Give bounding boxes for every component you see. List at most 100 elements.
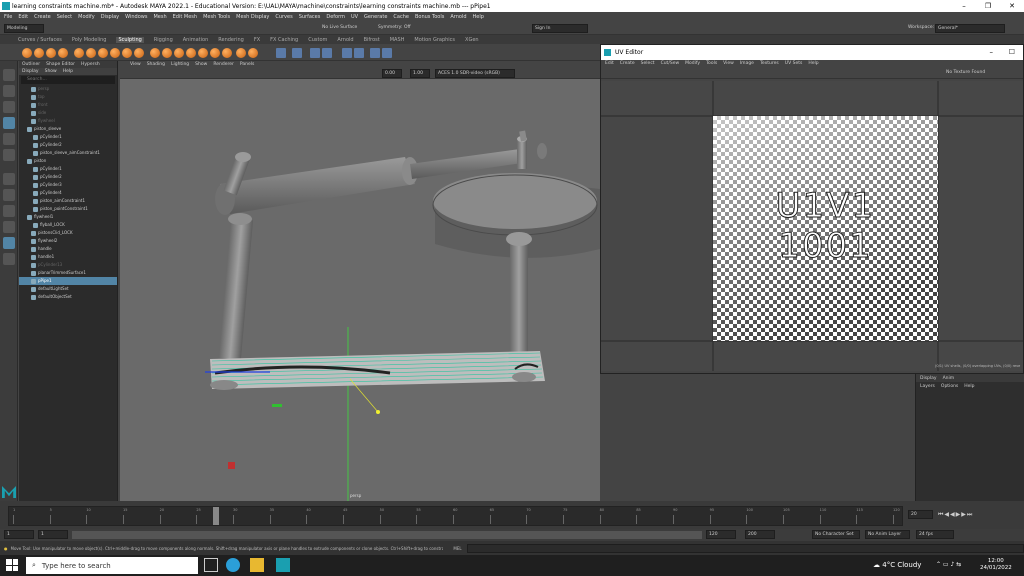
layer-tab-display[interactable]: Display: [920, 376, 937, 381]
uv-menu-tools[interactable]: Tools: [706, 61, 717, 66]
uv-menu-help[interactable]: Help: [808, 61, 818, 66]
shelf-tab-fx[interactable]: FX: [254, 37, 260, 43]
menu-generate[interactable]: Generate: [364, 14, 387, 20]
four-pane-icon[interactable]: [3, 189, 15, 201]
anim-layer-dropdown[interactable]: No Anim Layer: [865, 530, 910, 539]
range-bar[interactable]: [72, 531, 702, 539]
manip-green[interactable]: [272, 404, 282, 407]
maximize-button[interactable]: ❐: [976, 0, 1000, 12]
shelf-tab-sculpting[interactable]: Sculpting: [116, 36, 144, 43]
menu-uv[interactable]: UV: [351, 14, 358, 20]
fps-dropdown[interactable]: 24 fps: [916, 530, 954, 539]
viewport-menu-renderer[interactable]: Renderer: [213, 62, 234, 67]
shelf-tab-arnold[interactable]: Arnold: [337, 37, 353, 43]
sculpt-tool-icon[interactable]: [22, 48, 32, 58]
outliner-item[interactable]: defaultLightSet: [19, 285, 117, 293]
uv-menu-uv-sets[interactable]: UV Sets: [785, 61, 803, 66]
manipulator-handle[interactable]: [376, 410, 380, 414]
scale-tool-icon[interactable]: [3, 149, 15, 161]
colorspace-dropdown[interactable]: ACES 1.0 SDR-video (sRGB): [435, 69, 515, 78]
spray-tool-icon[interactable]: [110, 48, 120, 58]
shelf-tab-rendering[interactable]: Rendering: [218, 37, 244, 43]
uv-tool-4-icon[interactable]: [382, 48, 392, 58]
imprint-tool-icon[interactable]: [134, 48, 144, 58]
outliner-search[interactable]: Search...: [21, 76, 115, 84]
mask-tool-icon[interactable]: [248, 48, 258, 58]
outliner-item[interactable]: pCylinder4: [19, 189, 117, 197]
uv-tool-2-icon[interactable]: [354, 48, 364, 58]
shelf-tab-animation[interactable]: Animation: [183, 37, 209, 43]
outliner-item[interactable]: piston_aimConstraint1: [19, 197, 117, 205]
shelf-tab-fx-caching[interactable]: FX Caching: [270, 37, 298, 43]
uv-menu-view[interactable]: View: [723, 61, 734, 66]
outliner-item[interactable]: piston_sleeve_aimConstraint1: [19, 149, 117, 157]
outliner-item[interactable]: pCylinder3: [19, 181, 117, 189]
uv-menu-modify[interactable]: Modify: [685, 61, 700, 66]
uv-maximize-button[interactable]: ☐: [1009, 48, 1015, 56]
live-surface-label[interactable]: No Live Surface: [322, 25, 357, 30]
pattern-icon[interactable]: [292, 48, 302, 58]
workspace-dropdown[interactable]: General*: [935, 24, 1005, 33]
symmetry-dropdown[interactable]: Symmetry: Off: [378, 25, 411, 30]
taskbar-search[interactable]: ⌕ Type here to search: [26, 557, 198, 574]
piston-rod-object[interactable]: [410, 130, 547, 179]
menu-mesh-display[interactable]: Mesh Display: [236, 14, 269, 20]
outliner-item[interactable]: piston_sleeve: [19, 125, 117, 133]
menu-help[interactable]: Help: [473, 14, 484, 20]
outliner-item[interactable]: handle1: [19, 253, 117, 261]
move-tool-icon[interactable]: [3, 117, 15, 129]
outliner-menu-help[interactable]: Help: [63, 69, 73, 74]
outliner-tab-outliner[interactable]: Outliner: [22, 62, 40, 67]
outliner-layout-icon[interactable]: [3, 221, 15, 233]
uv-menu-image[interactable]: Image: [740, 61, 754, 66]
menu-mesh-tools[interactable]: Mesh Tools: [203, 14, 230, 20]
repeat-tool-icon[interactable]: [122, 48, 132, 58]
shelf-tab-bifrost[interactable]: Bifrost: [364, 37, 380, 43]
character-set-dropdown[interactable]: No Character Set: [812, 530, 860, 539]
uv-menu-create[interactable]: Create: [620, 61, 635, 66]
menu-surfaces[interactable]: Surfaces: [299, 14, 321, 20]
menu-create[interactable]: Create: [34, 14, 51, 20]
range-end-field[interactable]: 120: [706, 530, 736, 539]
bulge-tool-icon[interactable]: [210, 48, 220, 58]
outliner-item[interactable]: handle: [19, 245, 117, 253]
viewport-menu-panels[interactable]: Panels: [240, 62, 254, 67]
shelf-tab-mash[interactable]: MASH: [390, 37, 405, 43]
outliner-item[interactable]: flywheel2: [19, 237, 117, 245]
maya-taskbar-icon[interactable]: [276, 558, 290, 572]
end-frame-field[interactable]: 200: [745, 530, 775, 539]
outliner-item[interactable]: pistonsClid_LOCK: [19, 229, 117, 237]
menu-modify[interactable]: Modify: [78, 14, 95, 20]
range-start-field[interactable]: 1: [38, 530, 68, 539]
outliner-item[interactable]: piston_pointConstraint1: [19, 205, 117, 213]
shelf-tab-xgen[interactable]: XGen: [465, 37, 479, 43]
gamma-field[interactable]: 1.00: [410, 69, 430, 78]
menu-bonus-tools[interactable]: Bonus Tools: [415, 14, 444, 20]
weather-widget[interactable]: ☁ 4°C Cloudy: [873, 561, 921, 569]
knife-tool-icon[interactable]: [186, 48, 196, 58]
outliner-item[interactable]: pPipe1: [19, 277, 117, 285]
relax-tool-icon[interactable]: [46, 48, 56, 58]
clock[interactable]: 12:00 24/01/2022: [980, 558, 1012, 572]
menu-windows[interactable]: Windows: [125, 14, 147, 20]
uv-menu-select[interactable]: Select: [641, 61, 655, 66]
viewport-menu-view[interactable]: View: [130, 62, 141, 67]
viewport-menu-lighting[interactable]: Lighting: [171, 62, 189, 67]
time-ruler[interactable]: 1 5 10 15 20 25 30 35 40 45 50 55 60 65 70 75 80 85 90 95 10…: [8, 506, 903, 526]
menu-curves[interactable]: Curves: [275, 14, 292, 20]
shelf-tab-poly-modeling[interactable]: Poly Modeling: [72, 37, 107, 43]
shelf-tab-rigging[interactable]: Rigging: [154, 37, 173, 43]
uv-layout-icon[interactable]: [3, 237, 15, 249]
pipe-base-object[interactable]: [205, 351, 545, 390]
uv-minimize-button[interactable]: –: [990, 48, 994, 56]
outliner-item[interactable]: piston: [19, 157, 117, 165]
viewport-menu-shading[interactable]: Shading: [147, 62, 165, 67]
freeze-tool-icon[interactable]: [236, 48, 246, 58]
outliner-tab-hypersh[interactable]: Hypersh: [81, 62, 100, 67]
layer-tab-anim[interactable]: Anim: [943, 376, 955, 381]
command-line[interactable]: [466, 543, 1024, 553]
outliner-item[interactable]: flyball_LOCK: [19, 221, 117, 229]
magnify-icon[interactable]: [3, 253, 15, 265]
outliner-item[interactable]: pCylinder13: [19, 261, 117, 269]
outliner-item[interactable]: pCylinder2: [19, 141, 117, 149]
